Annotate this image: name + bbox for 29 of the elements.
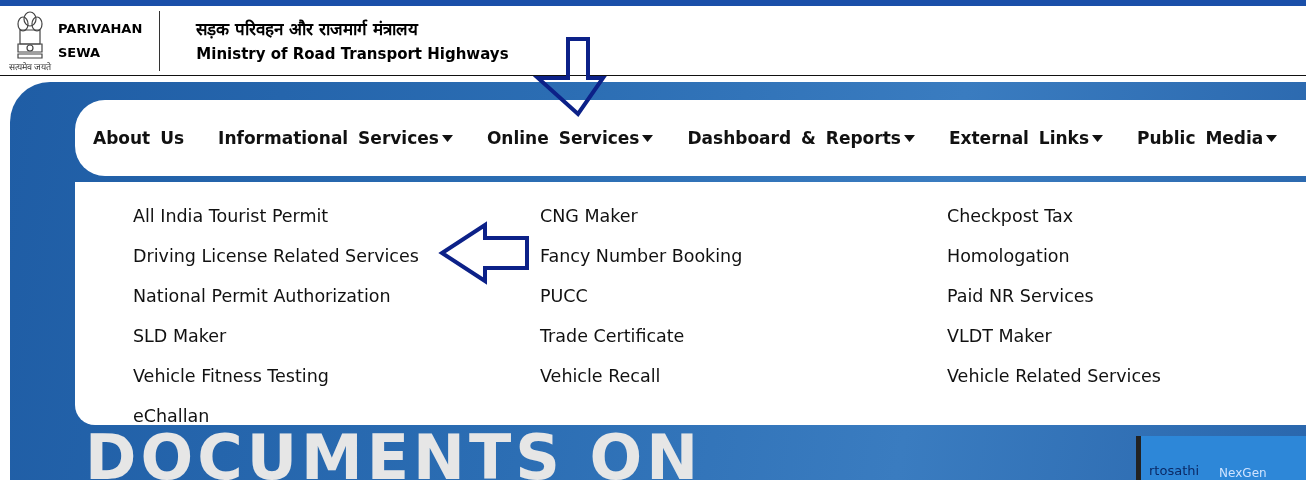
phone-screen-text: rtosathi [1149, 462, 1200, 480]
nav-menu-item[interactable]: Dashboard & Reports [687, 128, 915, 148]
phone-screen-text: NexGen [1219, 466, 1267, 480]
nav-menu-item[interactable]: External Links [948, 128, 1104, 148]
dropdown-menu-item[interactable]: Checkpost Tax [947, 196, 1074, 236]
dropdown-menu-item[interactable]: CNG Maker [540, 196, 638, 236]
dropdown-menu-item[interactable]: Homologation [947, 236, 1070, 276]
dropdown-menu-item[interactable]: Driving License Related Services [133, 236, 419, 276]
dropdown-menu-item[interactable]: Trade Certificate [540, 316, 685, 356]
dropdown-menu-item[interactable]: VLDT Maker [947, 316, 1052, 356]
emblem-icon [15, 9, 45, 62]
dropdown-menu-item[interactable]: Paid NR Services [947, 276, 1094, 316]
ministry-name-hindi: सड़क परिवहन और राजमार्ग मंत्रालय [196, 17, 420, 41]
dropdown-menu-item[interactable]: SLD Maker [133, 316, 227, 356]
dropdown-menu-item[interactable]: Vehicle Recall [540, 356, 661, 396]
emblem-motto: सत्यमेव जयते [8, 61, 52, 72]
dropdown-menu-item[interactable]: Vehicle Related Services [947, 356, 1161, 396]
brand-name: SEWA [58, 43, 102, 62]
nav-menu-item[interactable]: Online Services [486, 128, 654, 148]
dropdown-menu-item[interactable]: PUCC [540, 276, 588, 316]
nav-menu-item[interactable]: About Us [93, 128, 185, 148]
ministry-name: Ministry of Road Transport Highways [196, 43, 509, 65]
dropdown-menu-item[interactable]: National Permit Authorization [133, 276, 391, 316]
brand-name: PARIVAHAN [58, 19, 143, 38]
nav-menu-item[interactable]: Public Media [1137, 128, 1278, 148]
nav-menu-item[interactable]: Informational Services [218, 128, 453, 148]
dropdown-menu-item[interactable]: Vehicle Fitness Testing [133, 356, 329, 396]
dropdown-menu-item[interactable]: Fancy Number Booking [540, 236, 743, 276]
dropdown-menu-item[interactable]: All India Tourist Permit [133, 196, 329, 236]
